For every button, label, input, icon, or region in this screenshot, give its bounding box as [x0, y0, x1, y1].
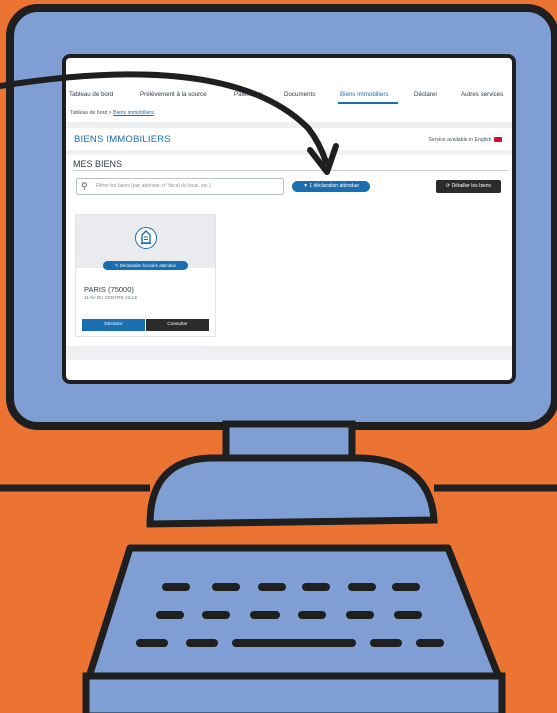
illustration: Tableau de bord Prélèvement à la source … [0, 0, 557, 713]
pointer-arrow [0, 71, 339, 175]
arrow-curve [0, 71, 329, 165]
